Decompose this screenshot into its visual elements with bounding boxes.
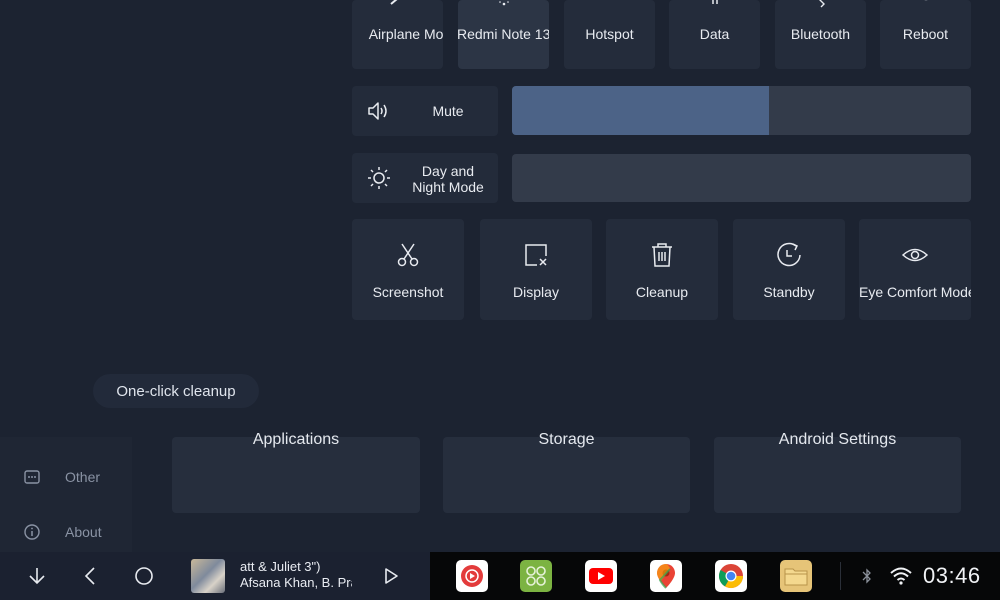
song-artist: Afsana Khan, B. Praak — [240, 575, 352, 590]
standby-label: Standby — [763, 284, 815, 300]
storage-card[interactable]: Storage — [443, 431, 690, 513]
bluetooth-icon — [818, 0, 825, 8]
sidebar-item-other[interactable]: Other — [0, 455, 132, 499]
android-settings-card[interactable]: Android Settings — [714, 431, 961, 513]
youtube-music-icon[interactable] — [456, 560, 488, 592]
other-icon — [24, 470, 40, 484]
song-title: att & Juliet 3") — [240, 559, 321, 574]
now-playing[interactable]: att & Juliet 3") Afsana Khan, B. Praak — [240, 559, 352, 591]
home-icon[interactable] — [132, 564, 156, 588]
speaker-icon — [368, 102, 387, 120]
wifi-label: Redmi Note 13 — [458, 26, 549, 42]
album-art[interactable] — [191, 559, 225, 593]
hotspot-toggle[interactable]: Hotspot — [564, 0, 655, 69]
clock[interactable]: 03:46 — [923, 563, 981, 589]
taskbar-media-section: att & Juliet 3") Afsana Khan, B. Praak — [0, 552, 430, 600]
down-icon[interactable] — [25, 564, 49, 588]
data-label: Data — [699, 26, 730, 42]
day-night-label-line1: Day and — [421, 163, 475, 179]
standby-button[interactable]: Standby — [733, 219, 845, 320]
airplane-mode-label: Airplane Mode — [368, 26, 443, 42]
info-icon — [24, 524, 40, 540]
sun-icon — [368, 167, 390, 189]
standby-icon — [777, 242, 801, 267]
maps-icon[interactable] — [650, 560, 682, 592]
youtube-icon[interactable] — [585, 560, 617, 592]
play-icon[interactable] — [379, 564, 403, 588]
airplane-icon — [389, 0, 397, 5]
sidebar-item-label: Other — [65, 469, 101, 485]
taskbar: att & Juliet 3") Afsana Khan, B. Praak — [0, 552, 1000, 600]
cleanup-label: Cleanup — [635, 284, 689, 300]
scissors-icon — [397, 243, 419, 267]
day-night-label: Day and Night Mode — [398, 163, 498, 195]
hotspot-label: Hotspot — [585, 26, 634, 42]
applications-card[interactable]: Applications — [172, 431, 420, 513]
power-icon — [923, 0, 928, 1]
screenshot-label: Screenshot — [372, 284, 444, 300]
volume-slider-fill — [512, 86, 770, 135]
storage-card-title: Storage — [538, 431, 595, 448]
trash-icon — [652, 243, 672, 267]
eye-icon — [901, 248, 929, 262]
settings-sidebar: Other About — [0, 437, 132, 552]
chrome-icon[interactable] — [715, 560, 747, 592]
taskbar-divider — [840, 562, 841, 590]
brightness-slider[interactable] — [512, 154, 971, 202]
day-night-label-line2: Night Mode — [412, 179, 484, 195]
hotspot-icon — [601, 0, 619, 8]
android-settings-card-title: Android Settings — [778, 431, 897, 448]
screenshot-button[interactable]: Screenshot — [352, 219, 464, 320]
bluetooth-label: Bluetooth — [790, 26, 851, 42]
app-grid-icon[interactable] — [520, 560, 552, 592]
display-button[interactable]: Display — [480, 219, 592, 320]
files-icon[interactable] — [780, 560, 812, 592]
eye-comfort-button[interactable]: Eye Comfort Mode — [859, 219, 971, 320]
data-toggle[interactable]: Data — [669, 0, 760, 69]
reboot-toggle[interactable]: Reboot — [880, 0, 971, 69]
one-click-cleanup-toast: One-click cleanup — [93, 374, 259, 408]
eye-comfort-label: Eye Comfort Mode — [859, 284, 971, 300]
bluetooth-toggle[interactable]: Bluetooth — [775, 0, 866, 69]
volume-slider[interactable] — [512, 86, 971, 135]
wifi-icon — [498, 1, 509, 6]
sidebar-item-about[interactable]: About — [0, 510, 132, 554]
cleanup-button[interactable]: Cleanup — [606, 219, 718, 320]
mute-button[interactable]: Mute — [352, 86, 498, 136]
bluetooth-status-icon — [862, 568, 871, 584]
applications-card-title: Applications — [252, 431, 340, 448]
mute-label: Mute — [432, 103, 464, 119]
wifi-toggle[interactable]: Redmi Note 13 — [458, 0, 549, 69]
display-label: Display — [513, 284, 559, 300]
mobile-data-icon — [711, 0, 718, 4]
airplane-mode-toggle[interactable]: Airplane Mode — [352, 0, 443, 69]
back-icon[interactable] — [79, 564, 103, 588]
wifi-status-icon — [890, 567, 912, 585]
display-icon — [525, 244, 547, 266]
day-night-mode-button[interactable]: Day and Night Mode — [352, 153, 498, 203]
reboot-label: Reboot — [902, 26, 949, 42]
sidebar-item-label: About — [65, 524, 102, 540]
